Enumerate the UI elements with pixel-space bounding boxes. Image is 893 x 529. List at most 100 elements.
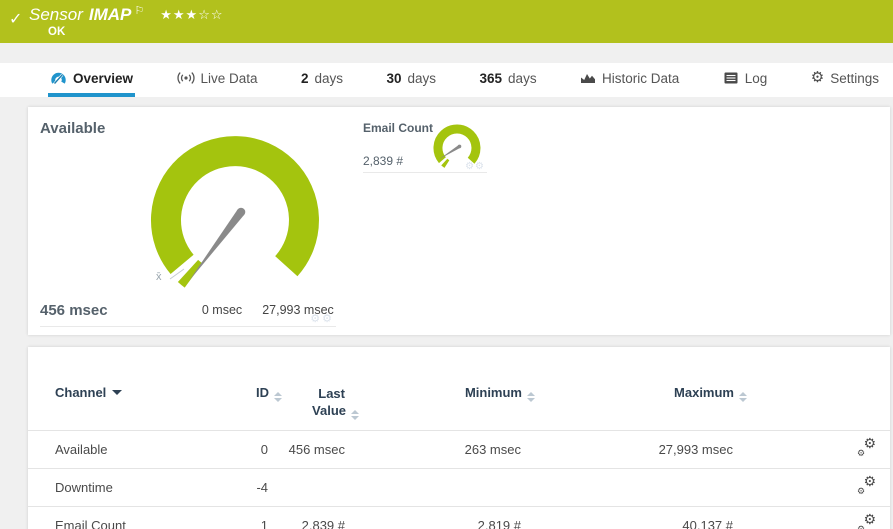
page-content: Available x̄ 0 msec 27,993 msec 456 msec… [0, 97, 893, 529]
sorted-desc-icon [112, 390, 123, 395]
sort-icon[interactable] [739, 392, 747, 402]
actions-cell: ⚙ ⚙ [733, 468, 890, 507]
gear-icon: ⚙ [863, 511, 876, 527]
gear-icon: ⚙ [857, 448, 866, 458]
column-header-actions [733, 347, 890, 431]
tab-log[interactable]: Log [721, 63, 770, 97]
tab-settings[interactable]: ⚙ Settings [809, 63, 881, 97]
tab-label: days [407, 70, 437, 86]
column-label: Last Value [312, 386, 346, 418]
table-row: Downtime -4 ⚙ ⚙ [28, 468, 890, 507]
minimum-cell: 2,819 # [345, 506, 521, 529]
sort-icon[interactable] [527, 392, 535, 402]
sensor-name: IMAP [88, 5, 132, 24]
channel-id-cell: -4 [208, 468, 268, 507]
gear-icon: ⚙ [810, 69, 825, 86]
tab-label: days [314, 70, 344, 86]
tab-overview[interactable]: Overview [48, 63, 136, 97]
tab-label: Overview [73, 70, 134, 86]
channel-name-cell: Downtime [28, 468, 208, 507]
channel-name-cell: Available [28, 430, 208, 469]
table-row: Available 0 456 msec 263 msec 27,993 mse… [28, 430, 890, 469]
channels-table: Channel ID Last Value Minimum Maximum Av… [28, 347, 890, 529]
gauges-card: Available x̄ 0 msec 27,993 msec 456 msec… [28, 107, 890, 335]
available-gauge [150, 136, 319, 288]
tab-historic-data[interactable]: Historic Data [578, 63, 681, 97]
status-check-icon: ✓ [9, 11, 23, 28]
channel-settings-icon[interactable]: ⚙ ⚙ [857, 473, 876, 496]
column-label: Channel [55, 385, 107, 400]
minimum-cell: 263 msec [345, 430, 521, 469]
log-list-icon [724, 72, 738, 84]
gauge-settings-icons[interactable]: ⚙⚙ [310, 312, 334, 325]
email-count-gauge-block: Email Count 2,839 # ⚙⚙ [363, 121, 487, 173]
gauge-scale-min: 0 msec [201, 303, 243, 317]
priority-stars[interactable]: ★★★☆☆ [160, 7, 223, 23]
gauge-settings-icons[interactable]: ⚙⚙ [465, 161, 485, 172]
last-value-cell: 456 msec [268, 430, 345, 469]
minimum-cell [345, 468, 521, 507]
gauge-icon [51, 72, 66, 84]
tab-label: Log [744, 70, 768, 86]
column-label: ID [256, 385, 269, 400]
column-label: Minimum [464, 385, 522, 400]
table-header-row: Channel ID Last Value Minimum Maximum [28, 347, 890, 431]
maximum-cell: 27,993 msec [521, 430, 733, 469]
channel-settings-icon[interactable]: ⚙ ⚙ [857, 435, 876, 458]
maximum-cell [521, 468, 733, 507]
tab-number: 2 [301, 70, 309, 86]
gear-icon[interactable]: ⚙ [310, 313, 322, 325]
last-value-cell [268, 468, 345, 507]
average-marker: x̄ [156, 271, 162, 283]
gauge-title: Email Count [363, 121, 434, 135]
gear-icon: ⚙ [857, 486, 866, 496]
tab-number: 365 [479, 70, 503, 86]
gear-icon: ⚙ [863, 473, 876, 489]
tab-2-days[interactable]: 2 days [299, 63, 345, 97]
broadcast-icon [176, 72, 195, 84]
column-header-last-value[interactable]: Last Value [268, 347, 359, 431]
tab-365-days[interactable]: 365 days [478, 63, 539, 97]
stars-empty[interactable]: ☆☆ [198, 7, 223, 22]
column-header-minimum[interactable]: Minimum [345, 347, 535, 431]
gauge-value: 2,839 # [363, 154, 404, 168]
tab-label: Settings [830, 70, 879, 86]
gauge-value: 456 msec [40, 302, 108, 319]
channel-settings-icon[interactable]: ⚙ ⚙ [857, 511, 876, 529]
column-header-channel[interactable]: Channel [28, 347, 208, 431]
actions-cell: ⚙ ⚙ [733, 506, 890, 529]
column-header-id[interactable]: ID [208, 347, 282, 431]
tab-label: days [508, 70, 537, 86]
tab-number: 30 [386, 70, 402, 86]
sensor-status-badge: OK [48, 26, 66, 38]
gauge-title: Available [40, 120, 106, 137]
tab-label: Historic Data [602, 70, 680, 86]
maximum-cell: 40,137 # [521, 506, 733, 529]
channel-name-cell: Email Count [28, 506, 208, 529]
last-value-cell: 2,839 # [268, 506, 345, 529]
sensor-type-label: Sensor [29, 5, 83, 24]
gear-icon: ⚙ [857, 524, 866, 529]
tab-live-data[interactable]: Live Data [175, 63, 260, 97]
header-gap [0, 43, 893, 63]
area-chart-icon [581, 74, 596, 83]
column-label: Maximum [674, 385, 734, 400]
tab-30-days[interactable]: 30 days [385, 63, 439, 97]
page-title: Sensor IMAP ⚐ ★★★☆☆ [29, 5, 224, 25]
gear-icon: ⚙ [863, 435, 876, 451]
actions-cell: ⚙ ⚙ [733, 430, 890, 469]
tab-label: Live Data [200, 70, 258, 86]
table-row: Email Count 1 2,839 # 2,819 # 40,137 # ⚙… [28, 506, 890, 529]
channels-card: Channel ID Last Value Minimum Maximum Av… [28, 347, 890, 529]
gear-icon[interactable]: ⚙ [475, 161, 485, 172]
column-header-maximum[interactable]: Maximum [521, 347, 747, 431]
available-gauge-block: Available x̄ 0 msec 27,993 msec 456 msec… [40, 115, 336, 327]
flag-icon[interactable]: ⚐ [134, 4, 144, 17]
tab-bar: Overview Live Data 2 days 30 days 365 da… [0, 63, 893, 97]
sort-icon[interactable] [274, 392, 282, 402]
gear-icon[interactable]: ⚙ [465, 161, 475, 172]
gear-icon[interactable]: ⚙ [322, 313, 334, 325]
stars-filled[interactable]: ★★★ [160, 7, 198, 22]
channel-id-cell: 1 [208, 506, 268, 529]
sort-icon[interactable] [351, 410, 359, 420]
